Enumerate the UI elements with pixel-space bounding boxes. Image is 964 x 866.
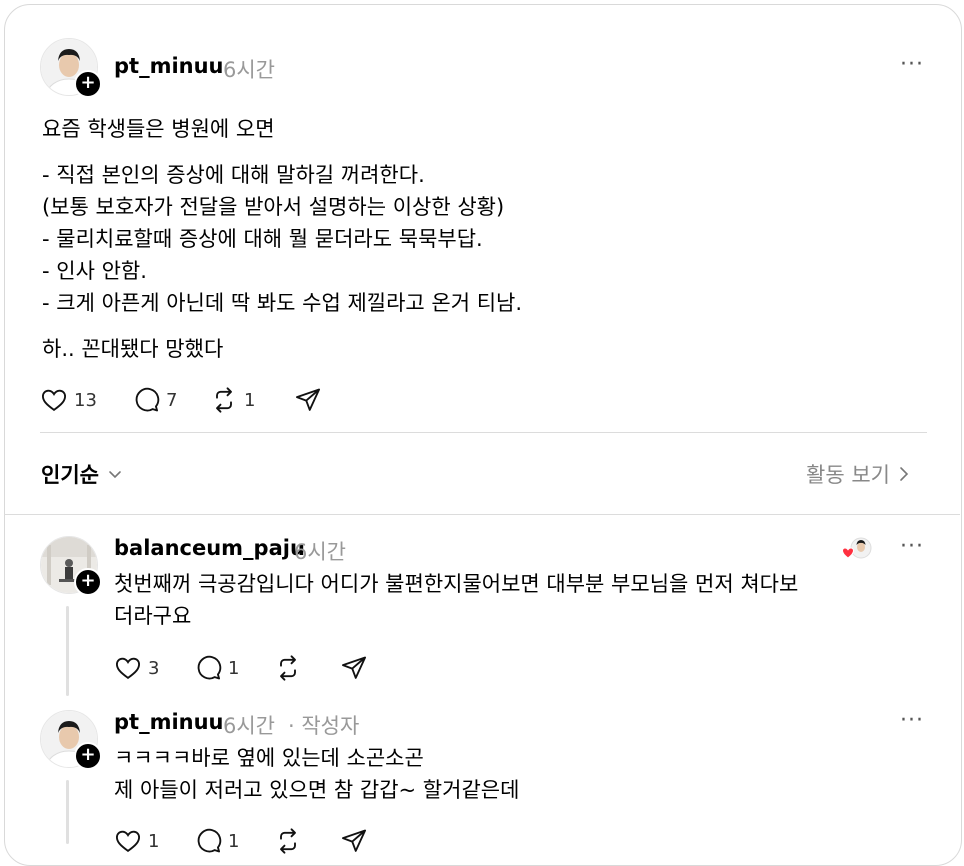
repost-button[interactable] xyxy=(274,826,302,856)
repost-button[interactable]: 1 xyxy=(210,385,255,415)
comment-count: 1 xyxy=(228,657,240,679)
like-button[interactable]: 3 xyxy=(114,653,159,683)
post-username[interactable]: pt_minuu xyxy=(114,54,224,78)
comment-button[interactable]: 1 xyxy=(194,826,239,856)
post-time: 6시간 xyxy=(223,58,276,82)
like-count: 13 xyxy=(74,389,97,411)
thread-line xyxy=(66,780,69,844)
post-title-line: 요즘 학생들은 병원에 오면 xyxy=(42,117,275,141)
sort-dropdown[interactable]: 인기순 xyxy=(41,459,123,489)
follow-plus-icon[interactable]: + xyxy=(74,70,102,98)
post-closing-line: 하.. 꼰대됐다 망했다 xyxy=(42,337,224,361)
reply-text: 첫번째꺼 극공감입니다 어디가 불편한지물어보면 대부분 부모님을 먼저 쳐다보… xyxy=(114,572,799,628)
activity-link[interactable]: 활동 보기 xyxy=(806,459,912,489)
comment-count: 1 xyxy=(228,830,240,852)
thread-line xyxy=(66,606,69,696)
heart-icon xyxy=(41,389,67,412)
comment-button[interactable]: 1 xyxy=(194,653,239,683)
repost-icon xyxy=(280,828,296,854)
liked-by-avatar-icon xyxy=(841,537,872,559)
like-count: 1 xyxy=(148,830,160,852)
follow-plus-icon[interactable]: + xyxy=(74,568,102,596)
chevron-right-icon xyxy=(900,467,909,481)
send-icon xyxy=(341,829,367,852)
send-icon xyxy=(295,388,321,411)
comment-count: 7 xyxy=(166,389,178,411)
reply-time: 6시간 xyxy=(223,714,276,738)
repost-icon xyxy=(280,655,296,681)
like-count: 3 xyxy=(148,657,160,679)
sort-label: 인기순 xyxy=(41,463,99,487)
heart-icon xyxy=(115,830,141,853)
share-button[interactable] xyxy=(294,385,322,415)
reply-more-icon[interactable]: ··· xyxy=(900,534,924,559)
activity-label: 활동 보기 xyxy=(806,463,890,487)
divider xyxy=(4,514,960,515)
reply-username[interactable]: pt_minuu xyxy=(114,710,224,734)
like-button[interactable]: 13 xyxy=(40,385,97,415)
reply-more-icon[interactable]: ··· xyxy=(900,708,924,733)
follow-plus-icon[interactable]: + xyxy=(74,742,102,770)
repost-button[interactable] xyxy=(274,653,302,683)
like-button[interactable]: 1 xyxy=(114,826,159,856)
post-body: - 직접 본인의 증상에 대해 말하길 꺼려한다. (보통 보호자가 전달을 받… xyxy=(42,163,523,315)
reply-text: ㅋㅋㅋㅋ바로 옆에 있는데 소곤소곤 제 아들이 저러고 있으면 참 갑갑~ 할… xyxy=(114,746,520,802)
reply-username[interactable]: balanceum_paju xyxy=(114,536,305,560)
comment-icon xyxy=(197,655,222,680)
comment-icon xyxy=(135,387,160,412)
divider xyxy=(40,432,927,433)
liked-by-author-badge xyxy=(841,537,875,561)
heart-icon xyxy=(115,657,141,680)
author-tag: · 작성자 xyxy=(288,714,360,738)
share-button[interactable] xyxy=(340,826,368,856)
chevron-down-icon xyxy=(109,471,121,479)
reply-time: 6시간 xyxy=(294,540,347,564)
repost-count: 1 xyxy=(244,389,256,411)
comment-icon xyxy=(197,828,222,853)
repost-icon xyxy=(216,387,232,413)
post-more-icon[interactable]: ··· xyxy=(900,52,924,77)
comment-button[interactable]: 7 xyxy=(132,385,177,415)
send-icon xyxy=(341,656,367,679)
share-button[interactable] xyxy=(340,653,368,683)
